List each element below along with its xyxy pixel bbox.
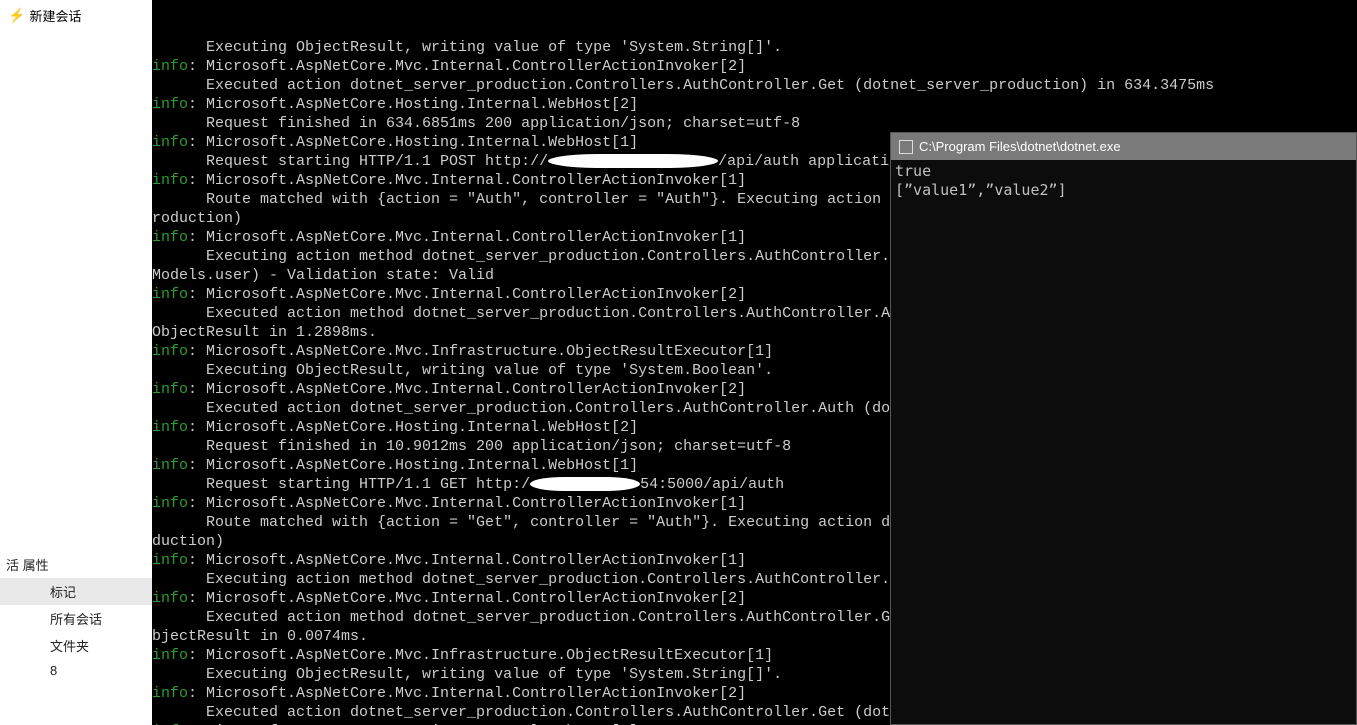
log-line: Executed action dotnet_server_production… (152, 76, 1357, 95)
log-line: Request finished in 634.6851ms 200 appli… (152, 114, 1357, 133)
new-session-label: 新建会话 (29, 6, 81, 25)
sidebar: ⚡ 新建会话 活 属性 标记所有会话文件夹8 (0, 0, 152, 725)
redaction (548, 154, 718, 168)
sidebar-item-3[interactable]: 8 (0, 659, 152, 682)
popup-titlebar[interactable]: C:\Program Files\dotnet\dotnet.exe (891, 133, 1356, 160)
sidebar-item-1[interactable]: 所有会话 (0, 605, 152, 632)
popup-window[interactable]: C:\Program Files\dotnet\dotnet.exe true … (890, 132, 1357, 725)
log-line: info: Microsoft.AspNetCore.Hosting.Inter… (152, 95, 1357, 114)
redaction (530, 477, 640, 491)
sidebar-section-header: 活 属性 (0, 551, 152, 578)
popup-body: true [”value1”,”value2”] (891, 160, 1356, 202)
lightning-icon: ⚡ (8, 7, 25, 24)
log-line: Executing ObjectResult, writing value of… (152, 38, 1357, 57)
new-session-button[interactable]: ⚡ 新建会话 (0, 0, 152, 31)
popup-title: C:\Program Files\dotnet\dotnet.exe (919, 139, 1121, 154)
sidebar-item-2[interactable]: 文件夹 (0, 632, 152, 659)
console-icon (899, 140, 913, 154)
sidebar-item-0[interactable]: 标记 (0, 578, 152, 605)
log-line: info: Microsoft.AspNetCore.Mvc.Internal.… (152, 57, 1357, 76)
